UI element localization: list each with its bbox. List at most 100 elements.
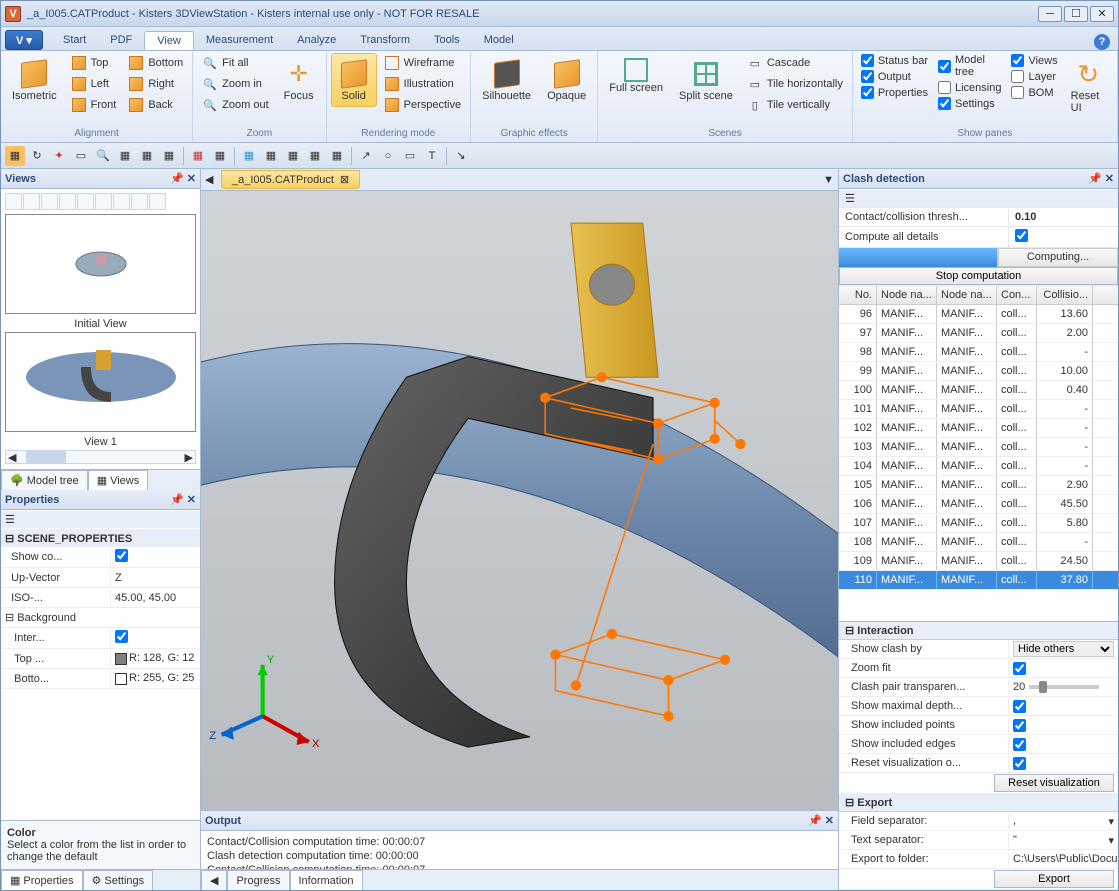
view-tool[interactable] <box>149 193 166 210</box>
licensing-check[interactable]: Licensing <box>934 80 1005 95</box>
tab-views[interactable]: ▦ Views <box>88 470 149 490</box>
tab-settings[interactable]: ⚙ Settings <box>83 870 154 890</box>
tab-prev[interactable]: ◀ <box>205 173 213 186</box>
pin-icon[interactable]: 📌 ✕ <box>170 172 196 185</box>
toolbar-btn[interactable]: ↻ <box>27 146 47 166</box>
clash-row[interactable]: 105MANIF...MANIF...coll...2.90 <box>839 476 1118 495</box>
clash-row[interactable]: 96MANIF...MANIF...coll...13.60 <box>839 305 1118 324</box>
col-node2[interactable]: Node na... <box>937 286 997 304</box>
ribbon-tab-start[interactable]: Start <box>51 31 98 50</box>
clash-row[interactable]: 104MANIF...MANIF...coll...- <box>839 457 1118 476</box>
minimize-button[interactable]: ─ <box>1038 6 1062 22</box>
close-button[interactable]: ✕ <box>1090 6 1114 22</box>
doc-tab[interactable]: _a_I005.CATProduct⊠ <box>221 170 360 189</box>
toolbar-btn[interactable]: ▦ <box>210 146 230 166</box>
output-check[interactable]: Output <box>857 69 932 84</box>
view-thumbnail-initial[interactable] <box>5 214 196 314</box>
toolbar-btn[interactable]: ↗ <box>356 146 376 166</box>
int-check[interactable] <box>1013 662 1026 675</box>
tab-information[interactable]: Information <box>290 870 363 890</box>
resetui-button[interactable]: ↻Reset UI <box>1064 53 1113 119</box>
prop-value[interactable]: Z <box>110 570 200 586</box>
toolbar-btn[interactable]: ▦ <box>239 146 259 166</box>
layer-check[interactable]: Layer <box>1007 69 1061 84</box>
view-tool[interactable] <box>5 193 22 210</box>
3d-viewport[interactable]: Y X Z <box>201 191 838 810</box>
toolbar-btn[interactable]: ▦ <box>115 146 135 166</box>
view-thumbnail-1[interactable] <box>5 332 196 432</box>
compute-details-check[interactable] <box>1015 229 1028 242</box>
tileh-button[interactable]: ▭Tile horizontally <box>742 74 848 94</box>
maximize-button[interactable]: ☐ <box>1064 6 1088 22</box>
top-button[interactable]: Top <box>66 53 122 73</box>
ribbon-tab-analyze[interactable]: Analyze <box>285 31 348 50</box>
statusbar-check[interactable]: Status bar <box>857 53 932 68</box>
right-button[interactable]: Right <box>123 74 188 94</box>
col-node1[interactable]: Node na... <box>877 286 937 304</box>
focus-button[interactable]: ✛Focus <box>276 53 322 107</box>
tab-properties[interactable]: ▦ Properties <box>1 870 83 890</box>
toolbar-btn[interactable]: ▦ <box>305 146 325 166</box>
toolbar-btn[interactable]: ▭ <box>400 146 420 166</box>
pin-icon[interactable]: 📌 ✕ <box>170 493 196 506</box>
view-tool[interactable] <box>59 193 76 210</box>
int-check[interactable] <box>1013 757 1026 770</box>
clash-row[interactable]: 103MANIF...MANIF...coll...- <box>839 438 1118 457</box>
tab-modeltree[interactable]: 🌳 Model tree <box>1 470 88 490</box>
tab-dropdown[interactable]: ▼ <box>823 174 834 186</box>
properties-check[interactable]: Properties <box>857 85 932 100</box>
silhouette-button[interactable]: Silhouette <box>475 53 538 107</box>
clash-row[interactable]: 101MANIF...MANIF...coll...- <box>839 400 1118 419</box>
clash-row[interactable]: 99MANIF...MANIF...coll...10.00 <box>839 362 1118 381</box>
toolbar-btn[interactable]: ▦ <box>327 146 347 166</box>
toolbar-btn[interactable]: ▭ <box>71 146 91 166</box>
toolbar-btn[interactable]: 🔍 <box>93 146 113 166</box>
splitscene-button[interactable]: Split scene <box>672 53 740 107</box>
pin-icon[interactable]: 📌 ✕ <box>1088 172 1114 185</box>
perspective-button[interactable]: Perspective <box>379 95 466 115</box>
prop-value[interactable]: R: 255, G: 25 <box>110 670 200 686</box>
toolbar-btn[interactable]: ↘ <box>451 146 471 166</box>
app-menu-button[interactable]: V ▾ <box>5 30 43 50</box>
tab-progress[interactable]: Progress <box>227 870 289 890</box>
toolbar-btn[interactable]: ✦ <box>49 146 69 166</box>
scroll-left[interactable]: ◀ <box>201 870 227 890</box>
view-tool[interactable] <box>23 193 40 210</box>
opaque-button[interactable]: Opaque <box>540 53 593 107</box>
clash-row[interactable]: 108MANIF...MANIF...coll...- <box>839 533 1118 552</box>
clash-table[interactable]: No. Node na... Node na... Con... Collisi… <box>839 286 1118 621</box>
clash-row[interactable]: 110MANIF...MANIF...coll...37.80 <box>839 571 1118 590</box>
col-collision[interactable]: Collisio... <box>1037 286 1093 304</box>
close-tab-icon[interactable]: ⊠ <box>340 173 349 186</box>
toolbar-btn[interactable]: ▦ <box>5 146 25 166</box>
col-no[interactable]: No. <box>839 286 877 304</box>
prop-value[interactable] <box>110 547 200 567</box>
int-check[interactable] <box>1013 700 1026 713</box>
view-tool[interactable] <box>41 193 58 210</box>
clash-row[interactable]: 102MANIF...MANIF...coll...- <box>839 419 1118 438</box>
toolbar-btn[interactable]: ▦ <box>283 146 303 166</box>
toolbar-btn[interactable]: ▦ <box>188 146 208 166</box>
settings-check[interactable]: Settings <box>934 96 1005 111</box>
toolbar-btn[interactable]: ▦ <box>137 146 157 166</box>
view-tool[interactable] <box>113 193 130 210</box>
back-button[interactable]: Back <box>123 95 188 115</box>
ribbon-tab-pdf[interactable]: PDF <box>98 31 144 50</box>
int-check[interactable] <box>1013 738 1026 751</box>
clash-row[interactable]: 107MANIF...MANIF...coll...5.80 <box>839 514 1118 533</box>
bottom-button[interactable]: Bottom <box>123 53 188 73</box>
cascade-button[interactable]: ▭Cascade <box>742 53 848 73</box>
ribbon-tab-view[interactable]: View <box>144 31 194 50</box>
clash-row[interactable]: 100MANIF...MANIF...coll...0.40 <box>839 381 1118 400</box>
wireframe-button[interactable]: Wireframe <box>379 53 466 73</box>
int-select[interactable]: Hide others <box>1013 641 1114 657</box>
view-tool[interactable] <box>95 193 112 210</box>
clash-row[interactable]: 106MANIF...MANIF...coll...45.50 <box>839 495 1118 514</box>
ribbon-tab-measurement[interactable]: Measurement <box>194 31 285 50</box>
stop-computation-button[interactable]: Stop computation <box>839 267 1118 285</box>
left-button[interactable]: Left <box>66 74 122 94</box>
modeltree-check[interactable]: Model tree <box>934 53 1005 79</box>
view-tool[interactable] <box>131 193 148 210</box>
int-slider[interactable] <box>1029 685 1099 689</box>
col-contact[interactable]: Con... <box>997 286 1037 304</box>
